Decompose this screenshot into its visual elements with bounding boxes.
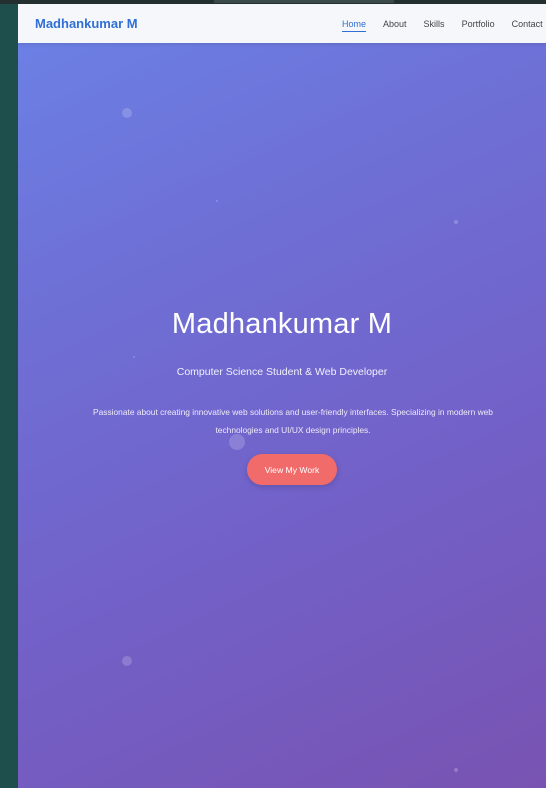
decorative-particle [216,200,218,202]
hero-subtitle: Computer Science Student & Web Developer [176,366,388,378]
nav-link-about[interactable]: About [383,19,407,29]
hero-title: Madhankumar M [171,308,393,340]
nav-link-contact[interactable]: Contact [512,19,543,29]
nav-link-skills[interactable]: Skills [424,19,445,29]
browser-tab-indicator [214,0,394,3]
hero-description: Passionate about creating innovative web… [93,407,493,435]
page-viewport: Madhankumar M Home About Skills Portfoli… [18,4,546,788]
top-navbar: Madhankumar M Home About Skills Portfoli… [18,4,546,43]
decorative-particle [122,108,132,118]
view-my-work-button[interactable]: View My Work [247,454,337,485]
nav-link-portfolio[interactable]: Portfolio [462,19,495,29]
nav-link-home[interactable]: Home [342,19,367,32]
nav-links: Home About Skills Portfolio Contact [342,4,546,43]
decorative-particle [133,356,135,358]
decorative-particle [454,220,458,224]
brand-logo[interactable]: Madhankumar M [35,16,138,31]
decorative-particle [454,768,458,772]
decorative-particle [122,656,132,666]
